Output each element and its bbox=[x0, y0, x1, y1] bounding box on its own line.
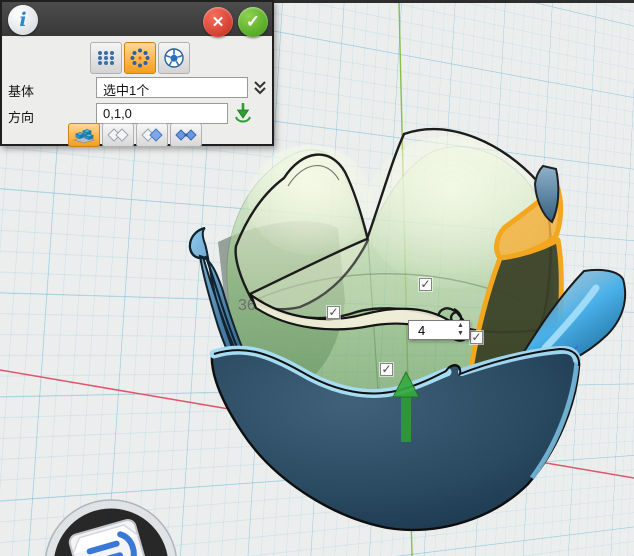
cubes-icon bbox=[72, 126, 96, 144]
info-icon: i bbox=[19, 9, 26, 31]
double-diamond-icon bbox=[106, 126, 130, 144]
solid-result-button[interactable] bbox=[68, 123, 100, 147]
diamond-white-blue-icon bbox=[140, 126, 164, 144]
diamond-split-icon bbox=[174, 126, 198, 144]
view-logo[interactable] bbox=[0, 486, 230, 556]
pattern-count-box: ▲ ▼ bbox=[408, 320, 470, 340]
expand-chevron-icon[interactable] bbox=[252, 80, 268, 96]
half-instances-button[interactable] bbox=[136, 123, 168, 147]
cancel-button[interactable]: ✕ bbox=[203, 7, 233, 37]
feature-checkbox[interactable]: ✓ bbox=[470, 331, 483, 344]
check-icon: ✓ bbox=[246, 12, 260, 32]
linear-pattern-button[interactable] bbox=[90, 42, 122, 74]
grid-dots-icon bbox=[95, 47, 117, 69]
direction-label: 方向 bbox=[8, 107, 34, 126]
feature-checkbox[interactable]: ✓ bbox=[327, 306, 340, 319]
feature-checkbox[interactable]: ✓ bbox=[380, 363, 393, 376]
info-button[interactable]: i bbox=[8, 5, 38, 35]
confirm-button[interactable]: ✓ bbox=[238, 7, 268, 37]
spacing-instances-button[interactable] bbox=[170, 123, 202, 147]
base-body-label: 基体 bbox=[8, 81, 34, 100]
fill-pattern-button[interactable] bbox=[158, 42, 190, 74]
base-body-field[interactable]: 选中1个 bbox=[96, 77, 248, 98]
spinner-up-icon[interactable]: ▲ bbox=[455, 322, 466, 330]
pick-direction-icon[interactable] bbox=[233, 102, 253, 124]
feature-checkbox[interactable]: ✓ bbox=[419, 278, 432, 291]
direction-field[interactable]: 0,1,0 bbox=[96, 103, 228, 124]
sphere-icon bbox=[163, 47, 185, 69]
close-icon: ✕ bbox=[212, 13, 225, 31]
circular-pattern-button[interactable] bbox=[124, 42, 156, 74]
spinner-down-icon[interactable]: ▼ bbox=[455, 330, 466, 338]
circular-dots-icon bbox=[129, 47, 151, 69]
circular-pattern-dialog: i ✕ ✓ 基体 bbox=[0, 0, 274, 146]
ghost-instances-button[interactable] bbox=[102, 123, 134, 147]
